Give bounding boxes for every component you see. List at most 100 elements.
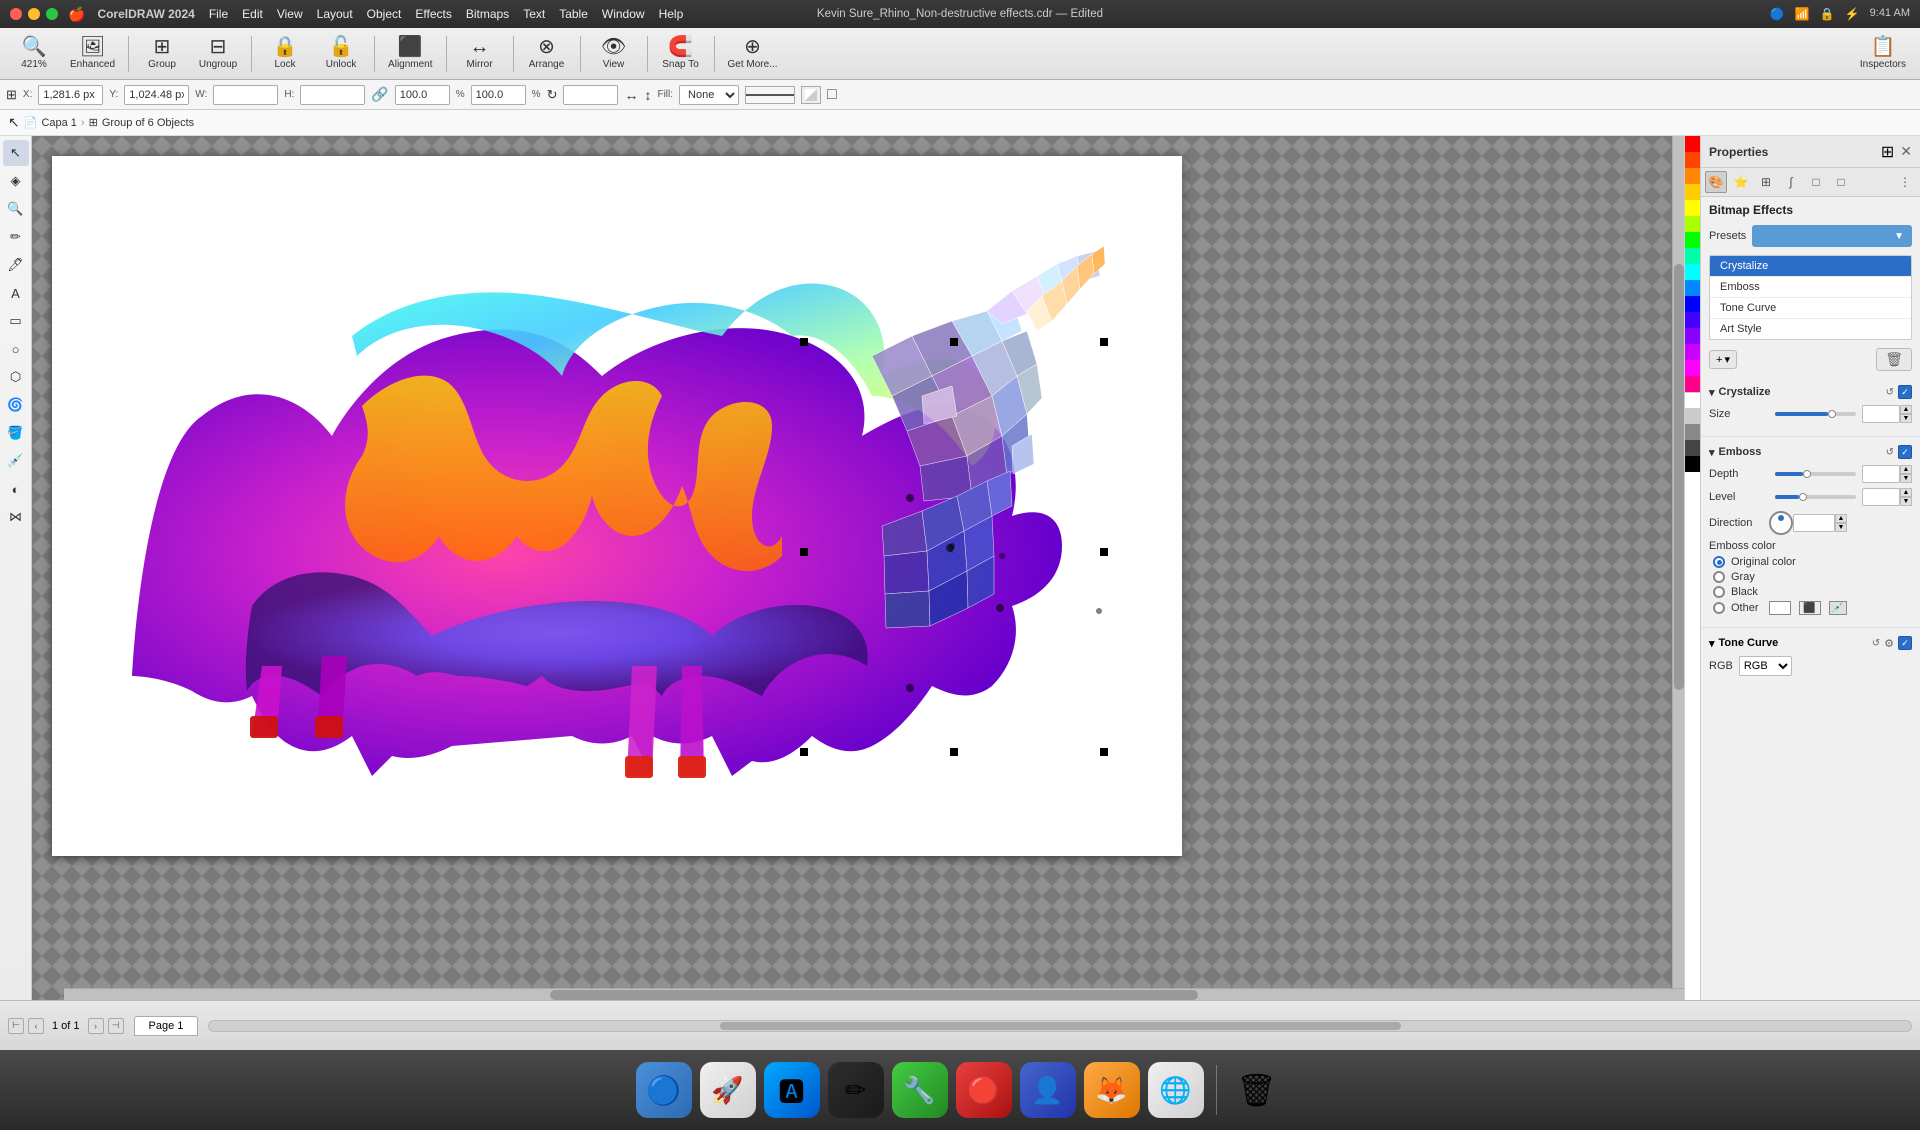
canvas-area[interactable]: × [32, 136, 1684, 1000]
menu-view[interactable]: View [277, 7, 303, 21]
color-yellow-green[interactable] [1685, 216, 1700, 232]
polygon-tool[interactable]: ⬡ [3, 364, 29, 390]
color-cyan-green[interactable] [1685, 248, 1700, 264]
panel-close-btn[interactable]: ✕ [1900, 143, 1912, 160]
lock-ratio-icon[interactable]: 🔗 [371, 86, 388, 103]
dock-trash[interactable]: 🗑 [1229, 1062, 1285, 1118]
dock-app1[interactable]: 🔧 [892, 1062, 948, 1118]
color-white[interactable] [1685, 392, 1700, 408]
lock-btn[interactable]: 🔒 Lock [259, 32, 311, 76]
mirror-btn[interactable]: ↔ Mirror [454, 32, 506, 76]
interactive-fill[interactable]: ◐ [3, 476, 29, 502]
menu-layout[interactable]: Layout [317, 7, 353, 21]
menu-window[interactable]: Window [602, 7, 645, 21]
rectangle-tool[interactable]: ▭ [3, 308, 29, 334]
color-orange[interactable] [1685, 168, 1700, 184]
arrow-tool-icon[interactable]: ↖ [8, 114, 20, 131]
rotation-input[interactable]: 0.0 [563, 85, 618, 105]
dock-finder[interactable]: 🔵 [636, 1062, 692, 1118]
group-name[interactable]: Group of 6 Objects [102, 117, 194, 129]
menu-file[interactable]: File [209, 7, 228, 21]
scale-w-input[interactable] [395, 85, 450, 105]
x-input[interactable] [38, 85, 103, 105]
bottom-scrollbar-thumb[interactable] [720, 1022, 1401, 1030]
ungroup-btn[interactable]: ⊟ Ungroup [192, 32, 244, 76]
tab-effects[interactable]: ⊞ [1755, 171, 1777, 193]
fill-picker-btn[interactable] [801, 86, 821, 104]
zoom-selector[interactable]: 🔍 421% [8, 32, 60, 76]
presets-dropdown[interactable]: ▼ [1752, 225, 1912, 247]
color-green[interactable] [1685, 232, 1700, 248]
scrollbar-thumb-h[interactable] [550, 990, 1198, 1000]
direction-value-input[interactable]: 45 ° [1793, 514, 1835, 532]
unlock-btn[interactable]: 🔓 Unlock [315, 32, 367, 76]
freehand-tool[interactable]: ✏ [3, 224, 29, 250]
zoom-tool[interactable]: 🔍 [3, 196, 29, 222]
depth-up[interactable]: ▲ [1900, 465, 1912, 474]
panel-more-btn[interactable]: ⋮ [1894, 171, 1916, 193]
delete-effect-btn[interactable]: 🗑 [1876, 348, 1912, 371]
pen-tool[interactable]: 🖊 [3, 252, 29, 278]
color-red[interactable] [1685, 136, 1700, 152]
menu-edit[interactable]: Edit [242, 7, 263, 21]
crystallize-header[interactable]: ▾ Crystalize ↺ ✓ [1709, 385, 1912, 399]
fill-tool[interactable]: 🪣 [3, 420, 29, 446]
effect-emboss[interactable]: Emboss [1710, 277, 1911, 298]
tone-toggle[interactable]: ✓ [1898, 636, 1912, 650]
crystallize-toggle[interactable]: ✓ [1898, 385, 1912, 399]
menu-effects[interactable]: Effects [415, 7, 451, 21]
menu-text[interactable]: Text [523, 7, 545, 21]
depth-down[interactable]: ▼ [1900, 474, 1912, 483]
direction-down[interactable]: ▼ [1835, 523, 1847, 532]
text-tool[interactable]: A [3, 280, 29, 306]
depth-value-input[interactable]: 6 [1862, 465, 1900, 483]
mirror-v-btn[interactable]: ↕ [644, 87, 651, 103]
blend-tool[interactable]: ⋈ [3, 504, 29, 530]
tone-settings-icon[interactable]: ⚙ [1884, 637, 1894, 650]
panel-expand-icon[interactable]: ⊞ [1881, 142, 1894, 162]
spiral-tool[interactable]: 🌀 [3, 392, 29, 418]
radio-original[interactable]: Original color [1713, 556, 1912, 568]
menu-bitmaps[interactable]: Bitmaps [466, 7, 509, 21]
level-up[interactable]: ▲ [1900, 488, 1912, 497]
depth-slider[interactable] [1775, 472, 1856, 476]
tone-reset-icon[interactable]: ↺ [1872, 638, 1880, 649]
size-down[interactable]: ▼ [1900, 414, 1912, 423]
dock-appstore[interactable]: 🅰 [764, 1062, 820, 1118]
node-tool[interactable]: ◈ [3, 168, 29, 194]
h-input[interactable]: 393.13 px [300, 85, 365, 105]
direction-wheel[interactable] [1769, 511, 1793, 535]
vertical-scrollbar[interactable] [1672, 136, 1684, 988]
get-more-btn[interactable]: ⊕ Get More... [722, 32, 784, 76]
group-btn[interactable]: ⊞ Group [136, 32, 188, 76]
color-purple[interactable] [1685, 344, 1700, 360]
color-blue[interactable] [1685, 296, 1700, 312]
dock-app4[interactable]: 🦊 [1084, 1062, 1140, 1118]
color-cyan[interactable] [1685, 264, 1700, 280]
effect-tone-curve[interactable]: Tone Curve [1710, 298, 1911, 319]
emboss-header[interactable]: ▾ Emboss ↺ ✓ [1709, 445, 1912, 459]
color-orange-red[interactable] [1685, 152, 1700, 168]
radio-black[interactable]: Black [1713, 586, 1912, 598]
color-violet[interactable] [1685, 328, 1700, 344]
tab-appearance[interactable]: 🎨 [1705, 171, 1727, 193]
view-modes-btn[interactable]: 🖼 Enhanced [64, 32, 121, 76]
color-rose[interactable] [1685, 376, 1700, 392]
effect-crystallize[interactable]: Crystalize [1710, 256, 1911, 277]
dock-coreldraw[interactable]: ✏ [828, 1062, 884, 1118]
last-page-btn[interactable]: ⊣ [108, 1018, 124, 1034]
scale-h-input[interactable] [471, 85, 526, 105]
other-color-eyedropper[interactable]: 💉 [1829, 601, 1847, 615]
effect-art-style[interactable]: Art Style [1710, 319, 1911, 339]
minimize-window-btn[interactable] [28, 8, 40, 20]
depth-thumb[interactable] [1803, 470, 1811, 478]
mirror-h-btn[interactable]: ↔ [624, 87, 638, 103]
outline-btn[interactable]: □ [827, 86, 837, 104]
alignment-btn[interactable]: ⬛ Alignment [382, 32, 438, 76]
arrange-btn[interactable]: ⊗ Arrange [521, 32, 573, 76]
emboss-reset[interactable]: ↺ [1886, 447, 1894, 458]
horizontal-scrollbar[interactable] [64, 988, 1684, 1000]
size-thumb[interactable] [1828, 410, 1836, 418]
direction-up[interactable]: ▲ [1835, 514, 1847, 523]
level-down[interactable]: ▼ [1900, 497, 1912, 506]
